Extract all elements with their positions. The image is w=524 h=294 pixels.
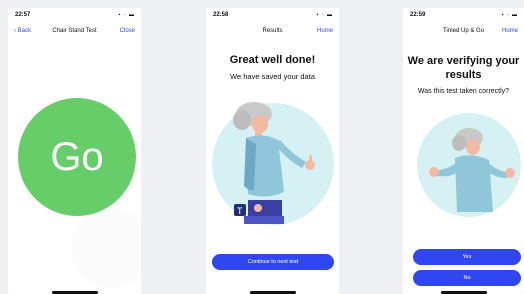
no-button-label: No bbox=[463, 275, 471, 281]
status-time: 22:58 bbox=[213, 12, 229, 18]
nav-bar: Timed Up & Go Home bbox=[403, 25, 524, 37]
status-bar: 22:57 ▪ ◦ ▬ bbox=[8, 8, 141, 22]
home-button[interactable]: Home bbox=[317, 28, 333, 34]
status-time: 22:59 bbox=[410, 12, 426, 18]
go-label: Go bbox=[50, 134, 104, 179]
verify-heading: We are verifying your results bbox=[407, 55, 520, 81]
shrugging-person-illustration bbox=[429, 128, 515, 212]
results-heading: Great well done! bbox=[229, 54, 316, 66]
status-time: 22:57 bbox=[15, 12, 31, 18]
no-button[interactable]: No bbox=[413, 270, 521, 286]
elderly-person-illustration: T bbox=[233, 102, 315, 224]
go-button[interactable]: Go bbox=[18, 98, 136, 216]
close-button[interactable]: Close bbox=[120, 28, 135, 34]
svg-text:T: T bbox=[237, 206, 243, 216]
status-bar: 22:58 ▪ ◦ ▬ bbox=[206, 8, 339, 22]
status-icons: ▪ ◦ ▬ bbox=[118, 12, 135, 18]
results-screen: 22:58 ▪ ◦ ▬ Results Home Great well done… bbox=[206, 8, 339, 294]
home-button[interactable]: Home bbox=[502, 28, 518, 34]
continue-button[interactable]: Continue to next test bbox=[212, 254, 334, 270]
timed-up-and-go-screen: 22:59 ▪ ◦ ▬ Timed Up & Go Home We are ve… bbox=[403, 8, 524, 294]
yes-button[interactable]: Yes bbox=[413, 249, 521, 265]
verify-subheading: Was this test taken correctly? bbox=[417, 88, 510, 95]
nav-bar: ‹ Back Chair Stand Test Close bbox=[8, 25, 141, 37]
status-bar: 22:59 ▪ ◦ ▬ bbox=[403, 8, 524, 22]
background-circle bbox=[71, 208, 141, 288]
status-icons: ▪ ◦ ▬ bbox=[316, 12, 333, 18]
status-icons: ▪ ◦ ▬ bbox=[501, 12, 518, 18]
chair-stand-screen: 22:57 ▪ ◦ ▬ ‹ Back Chair Stand Test Clos… bbox=[8, 8, 141, 294]
continue-button-label: Continue to next test bbox=[247, 259, 299, 265]
nav-bar: Results Home bbox=[206, 25, 339, 37]
results-subheading: We have saved your data bbox=[230, 72, 315, 81]
yes-button-label: Yes bbox=[462, 254, 472, 260]
